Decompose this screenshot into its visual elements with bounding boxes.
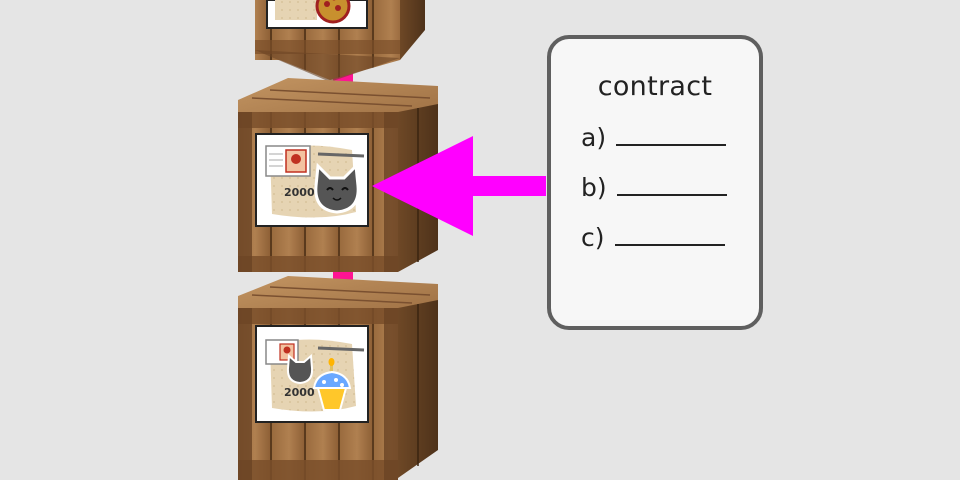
pen-icon [317,152,365,158]
cookie-icon [315,0,351,24]
contract-item-label: a) [581,123,607,152]
contract-item-a: a) [581,123,727,152]
contract-title: contract [597,71,713,102]
blockchain-diagram: 2000 2000 [238,0,546,480]
id-card-icon [265,145,311,177]
contract-item-b: b) [581,173,727,202]
crate-bottom: 2000 [238,276,438,480]
contract-item-label: c) [581,223,605,252]
contract-card: contract a) b) c) [547,35,763,330]
crate-top [255,0,425,82]
blank-line [616,193,727,196]
contract-item-c: c) [581,223,725,252]
blank-line [616,143,727,146]
blank-line [614,243,725,246]
crate-bottom-amount: 2000 [284,386,315,399]
crate-middle-amount: 2000 [284,186,315,199]
contract-item-label: b) [581,173,607,202]
